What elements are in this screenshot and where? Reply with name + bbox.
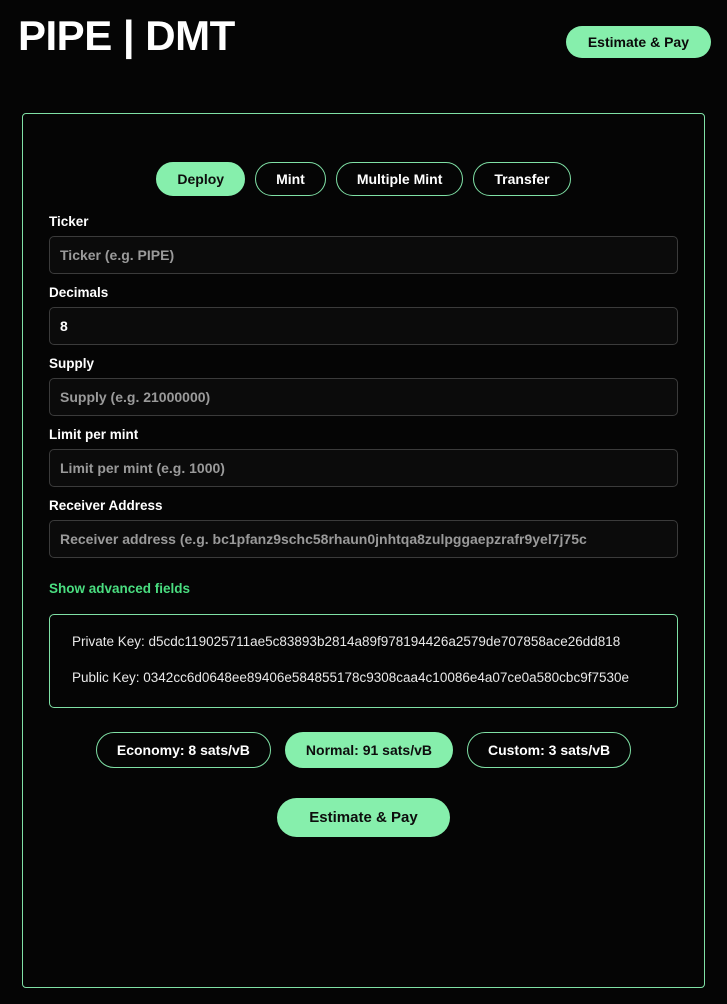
- ticker-input[interactable]: [49, 236, 678, 274]
- generated-keys-box: Private Key: d5cdc119025711ae5c83893b281…: [49, 614, 678, 708]
- app-header: PIPE | DMT Estimate & Pay: [0, 0, 727, 110]
- limit-per-mint-label: Limit per mint: [49, 427, 139, 442]
- deploy-form: Ticker Decimals Supply Limit per mint Re…: [23, 214, 704, 837]
- field-decimals: Decimals: [49, 285, 678, 345]
- show-advanced-fields-link[interactable]: Show advanced fields: [49, 581, 190, 596]
- fee-option-custom[interactable]: Custom: 3 sats/vB: [466, 732, 632, 768]
- estimate-pay-button[interactable]: Estimate & Pay: [277, 798, 450, 837]
- tab-transfer[interactable]: Transfer: [473, 162, 571, 196]
- main-card: Deploy Mint Multiple Mint Transfer Ticke…: [22, 113, 705, 988]
- app-title: PIPE | DMT: [18, 12, 235, 59]
- field-limit-per-mint: Limit per mint: [49, 427, 678, 487]
- header-estimate-pay-button[interactable]: Estimate & Pay: [565, 26, 711, 58]
- field-ticker: Ticker: [49, 214, 678, 274]
- mode-tabs: Deploy Mint Multiple Mint Transfer: [23, 162, 704, 196]
- public-key-text: Public Key: 0342cc6d0648ee89406e58485517…: [72, 670, 629, 685]
- fee-option-normal[interactable]: Normal: 91 sats/vB: [284, 732, 453, 768]
- private-key-text: Private Key: d5cdc119025711ae5c83893b281…: [72, 634, 621, 649]
- field-supply: Supply: [49, 356, 678, 416]
- tab-multiple-mint[interactable]: Multiple Mint: [335, 162, 464, 196]
- submit-row: Estimate & Pay: [49, 798, 678, 837]
- receiver-address-label: Receiver Address: [49, 498, 163, 513]
- decimals-label: Decimals: [49, 285, 109, 300]
- app-root: PIPE | DMT Estimate & Pay Deploy Mint Mu…: [0, 0, 727, 1004]
- decimals-input[interactable]: [49, 307, 678, 345]
- tab-deploy[interactable]: Deploy: [156, 162, 246, 196]
- limit-per-mint-input[interactable]: [49, 449, 678, 487]
- fee-option-economy[interactable]: Economy: 8 sats/vB: [95, 732, 271, 768]
- supply-input[interactable]: [49, 378, 678, 416]
- fee-rate-options: Economy: 8 sats/vB Normal: 91 sats/vB Cu…: [49, 732, 678, 768]
- supply-label: Supply: [49, 356, 95, 371]
- receiver-address-input[interactable]: [49, 520, 678, 558]
- tab-mint[interactable]: Mint: [255, 162, 326, 196]
- field-receiver-address: Receiver Address: [49, 498, 678, 558]
- ticker-label: Ticker: [49, 214, 89, 229]
